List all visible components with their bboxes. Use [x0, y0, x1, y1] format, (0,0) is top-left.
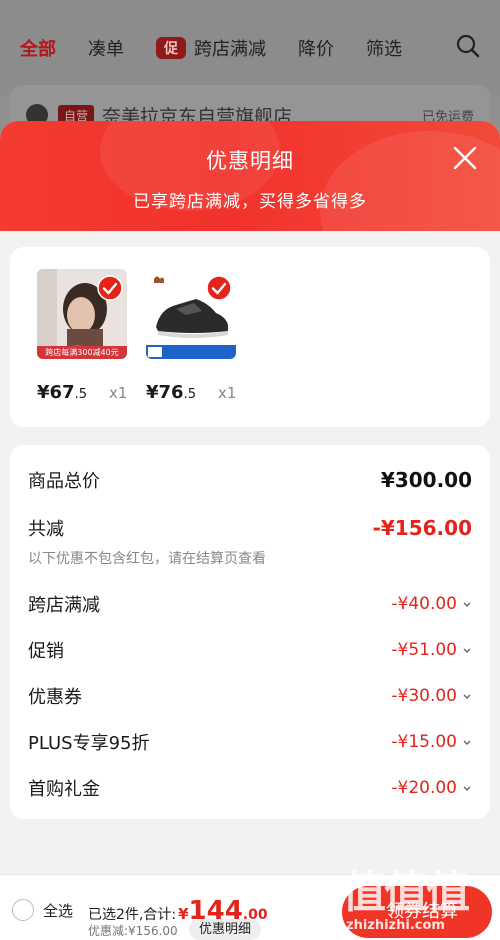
promo-tag-icon: 促 — [156, 36, 186, 59]
tab-add-on[interactable]: 凑单 — [88, 35, 124, 61]
price-int: ¥67 — [37, 382, 75, 403]
tab-price-drop[interactable]: 降价 — [298, 35, 334, 61]
discount-value: -¥20.00 — [391, 778, 472, 798]
discount-label: 跨店满减 — [28, 595, 100, 616]
discount-label: 首购礼金 — [28, 779, 100, 800]
discount-label: 优惠券 — [28, 687, 82, 708]
tab-filter[interactable]: 筛选 — [366, 35, 402, 61]
discount-note: 以下优惠不包含红包，请在结算页查看 — [28, 551, 266, 567]
discount-amount: -¥40.00 — [391, 594, 457, 614]
select-all-label[interactable]: 全选 — [43, 900, 73, 921]
product-price: ¥76.5 — [146, 382, 196, 403]
discount-amount: -¥30.00 — [391, 686, 457, 706]
discount-value: -¥15.00 — [391, 732, 472, 752]
discount-label: PLUS专享95折 — [28, 733, 150, 754]
discount-detail-sheet: 优惠明细 已享跨店满减，买得多省得多 跨店每满300减40元 ¥67.5 x1 … — [0, 121, 500, 940]
product-promo-badge: 跨店每满300减40元 — [37, 346, 127, 359]
reduce-row: 共减 -¥156.00 — [28, 515, 472, 541]
chevron-down-icon[interactable] — [462, 783, 472, 793]
currency-symbol: ¥ — [178, 905, 189, 923]
product-qty: x1 — [109, 384, 128, 402]
search-icon[interactable] — [456, 34, 480, 58]
discount-row[interactable]: PLUS专享95折 -¥15.00 — [28, 729, 472, 755]
product-image[interactable]: 跨店每满300减40元 — [37, 269, 127, 359]
selected-count: 已选2件,合计: — [88, 907, 177, 923]
select-all-radio[interactable] — [12, 899, 34, 921]
discount-total: 优惠减:¥156.00 — [88, 924, 178, 938]
checked-icon[interactable] — [206, 275, 232, 301]
watermark-url: zhizhizhi.com — [346, 918, 445, 933]
tab-cross-store-label: 跨店满减 — [194, 38, 266, 60]
total-row: 商品总价 ¥300.00 — [28, 467, 472, 493]
sheet-subtitle: 已享跨店满减，买得多省得多 — [133, 192, 367, 212]
product-list: 跨店每满300减40元 ¥67.5 x1 ¥76.5 x1 — [10, 247, 490, 427]
tab-all[interactable]: 全部 — [20, 35, 56, 61]
price-int: ¥76 — [146, 382, 184, 403]
product-image[interactable] — [146, 269, 236, 359]
discount-label: 促销 — [28, 641, 64, 662]
discount-detail-button[interactable]: 优惠明细 — [189, 919, 262, 940]
close-icon[interactable] — [452, 145, 478, 171]
discount-amount: -¥15.00 — [391, 732, 457, 752]
top-nav: 全部 凑单 促 跨店满减 降价 筛选 — [0, 0, 500, 95]
chevron-down-icon[interactable] — [462, 691, 472, 701]
discount-amount: -¥51.00 — [391, 640, 457, 660]
discount-value: -¥51.00 — [391, 640, 472, 660]
product-price: ¥67.5 — [37, 382, 87, 403]
product-item[interactable]: ¥76.5 x1 — [146, 269, 236, 403]
price-dec: .5 — [74, 387, 87, 402]
discount-value: -¥30.00 — [391, 686, 472, 706]
discount-value: -¥40.00 — [391, 594, 472, 614]
discount-row[interactable]: 跨店满减 -¥40.00 — [28, 591, 472, 617]
discount-row[interactable]: 首购礼金 -¥20.00 — [28, 775, 472, 801]
sheet-title: 优惠明细 — [206, 149, 294, 173]
product-qty: x1 — [218, 384, 237, 402]
total-value: ¥300.00 — [380, 468, 472, 492]
discount-amount: -¥20.00 — [391, 778, 457, 798]
chevron-down-icon[interactable] — [462, 645, 472, 655]
checked-icon[interactable] — [97, 275, 123, 301]
tab-cross-store[interactable]: 促 跨店满减 — [156, 35, 266, 61]
price-dec: .5 — [183, 387, 196, 402]
chevron-down-icon[interactable] — [462, 599, 472, 609]
reduce-label: 共减 — [28, 519, 64, 540]
reduce-value: -¥156.00 — [372, 516, 472, 540]
discount-row[interactable]: 促销 -¥51.00 — [28, 637, 472, 663]
chevron-down-icon[interactable] — [462, 737, 472, 747]
price-summary: 商品总价 ¥300.00 共减 -¥156.00 以下优惠不包含红包，请在结算页… — [10, 445, 490, 819]
total-label: 商品总价 — [28, 471, 100, 492]
sheet-header: 优惠明细 已享跨店满减，买得多省得多 — [0, 121, 500, 231]
watermark-logo: 值值值 — [342, 867, 470, 918]
discount-row[interactable]: 优惠券 -¥30.00 — [28, 683, 472, 709]
product-item[interactable]: 跨店每满300减40元 ¥67.5 x1 — [37, 269, 127, 403]
